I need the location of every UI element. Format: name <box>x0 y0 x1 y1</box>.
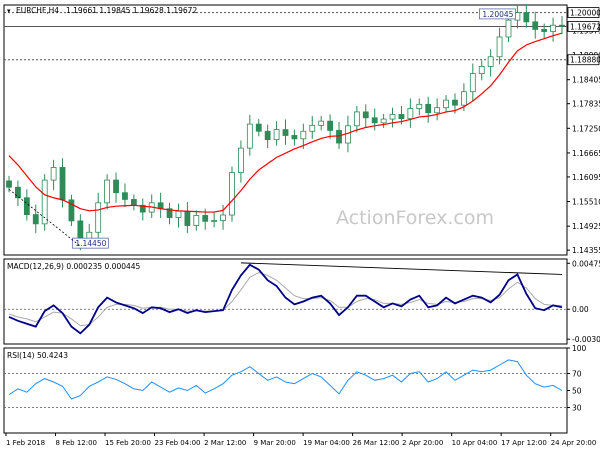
price-candle-body <box>559 24 565 27</box>
price-candle-body <box>443 99 449 109</box>
header-symbol: EURCHF,H4 <box>16 6 59 15</box>
price-candle-body <box>389 114 396 120</box>
x-tick-label: 15 Feb 20:00 <box>105 439 151 447</box>
price-candle-body <box>122 192 128 200</box>
x-tick-label: 10 Apr 04:00 <box>452 439 498 447</box>
price-candle-body <box>220 214 226 221</box>
price-candle-body <box>184 210 191 226</box>
price-level-label: 1.20000 <box>570 9 600 18</box>
price-y-tick-label: 1.18405 <box>572 76 600 85</box>
macd-y-tick-label: 0.004754 <box>572 259 600 268</box>
price-candle-body <box>130 199 137 206</box>
price-candle-body <box>255 123 262 132</box>
price-candle-body <box>416 103 423 109</box>
price-candle-body <box>336 130 342 144</box>
price-candle-body <box>318 120 325 126</box>
price-candle-body <box>264 130 271 141</box>
price-candle-body <box>246 123 253 149</box>
x-tick-label: 1 Feb 2018 <box>6 439 45 447</box>
header-arrow-icon: ▾ <box>7 7 11 15</box>
price-candle-body <box>211 220 218 222</box>
price-candle-body <box>50 167 57 181</box>
price-candle-body <box>398 114 405 120</box>
price-candle-body <box>434 107 441 114</box>
price-candle-body <box>362 111 369 119</box>
price-candle-body <box>273 129 280 141</box>
x-tick-label: 24 Apr 20:00 <box>551 439 597 447</box>
price-candle-body <box>23 197 30 215</box>
price-level-label: 1.19672 <box>570 22 600 31</box>
price-candle-body <box>487 56 494 67</box>
chart-svg: ActionForex.com 1.14355 1.14925 1.15510 1.16… <box>3 4 600 447</box>
price-y-tick-label: 1.16095 <box>572 173 600 182</box>
price-y-tick-label: 1.15510 <box>572 198 600 207</box>
x-tick-label: 9 Mar 20:00 <box>254 439 296 447</box>
price-annotation-label: 1.20045 <box>482 10 513 19</box>
price-candle-body <box>523 12 530 23</box>
price-candle-body <box>541 29 548 32</box>
price-candle-body <box>32 214 39 225</box>
macd-y-tick-label: 0.00 <box>572 305 589 314</box>
price-candle-body <box>452 99 458 106</box>
price-candle-body <box>371 117 378 124</box>
x-tick-label: 2 Mar 12:00 <box>204 439 246 447</box>
price-candle-body <box>478 66 485 75</box>
price-candle-body <box>229 172 235 216</box>
chart-root: ActionForex.com 1.14355 1.14925 1.15510 1.16… <box>0 0 600 450</box>
watermark: ActionForex.com <box>336 207 494 229</box>
price-level-label: 1.18880 <box>570 56 600 65</box>
price-candle-body <box>505 19 512 38</box>
price-candle-body <box>95 202 102 233</box>
price-candle-body <box>353 111 360 127</box>
rsi-y-tick-label: 100 <box>572 344 587 353</box>
x-tick-label: 2 Apr 20:00 <box>402 439 443 447</box>
macd-y-tick-label: -0.003099 <box>572 335 600 344</box>
header-ohlc: 1.19661 1.19845 1.19628 1.19672 <box>66 6 197 15</box>
panel-frame-rsi <box>3 347 568 434</box>
price-candle-body <box>202 215 209 222</box>
price-annotation-label: 1.14450 <box>75 239 106 248</box>
price-y-tick-label: 1.16665 <box>572 149 600 158</box>
price-candle-body <box>238 147 244 173</box>
price-candle-body <box>282 129 289 136</box>
price-candle-body <box>59 167 66 201</box>
rsi-y-tick-label: 70 <box>572 370 582 379</box>
price-y-tick-label: 1.17250 <box>572 124 600 133</box>
macd-title: MACD(12,26,9) 0.000235 0.000445 <box>7 262 141 271</box>
price-candle-body <box>15 186 21 199</box>
rsi-y-tick-label: 50 <box>572 387 582 396</box>
price-candle-body <box>6 180 12 188</box>
price-candle-body <box>380 118 387 124</box>
price-candle-body <box>425 103 432 114</box>
price-candle-body <box>496 36 503 58</box>
price-candle-body <box>550 24 556 32</box>
price-candle-body <box>104 179 111 204</box>
x-tick-label: 26 Mar 12:00 <box>353 439 400 447</box>
price-candle-body <box>300 130 307 140</box>
rsi-title: RSI(14) 50.4243 <box>7 351 68 360</box>
price-candle-body <box>460 91 467 106</box>
rsi-y-tick-label: 30 <box>572 404 582 413</box>
price-candle-body <box>469 73 476 93</box>
price-y-tick-label: 1.17835 <box>572 100 600 109</box>
price-candle-body <box>532 21 539 30</box>
price-candle-body <box>175 210 182 218</box>
x-tick-label: 8 Feb 12:00 <box>56 439 97 447</box>
price-candle-body <box>193 215 200 226</box>
price-candle-body <box>309 124 316 132</box>
price-candle-body <box>291 135 298 140</box>
x-tick-label: 19 Mar 04:00 <box>303 439 350 447</box>
price-y-tick-label: 1.14925 <box>572 222 600 231</box>
price-candle-body <box>327 120 333 131</box>
price-candle-body <box>407 108 414 120</box>
price-candle-body <box>113 179 119 194</box>
x-tick-label: 17 Apr 12:00 <box>501 439 547 447</box>
price-y-tick-label: 1.14355 <box>572 246 600 255</box>
x-tick-label: 23 Feb 04:00 <box>155 439 201 447</box>
